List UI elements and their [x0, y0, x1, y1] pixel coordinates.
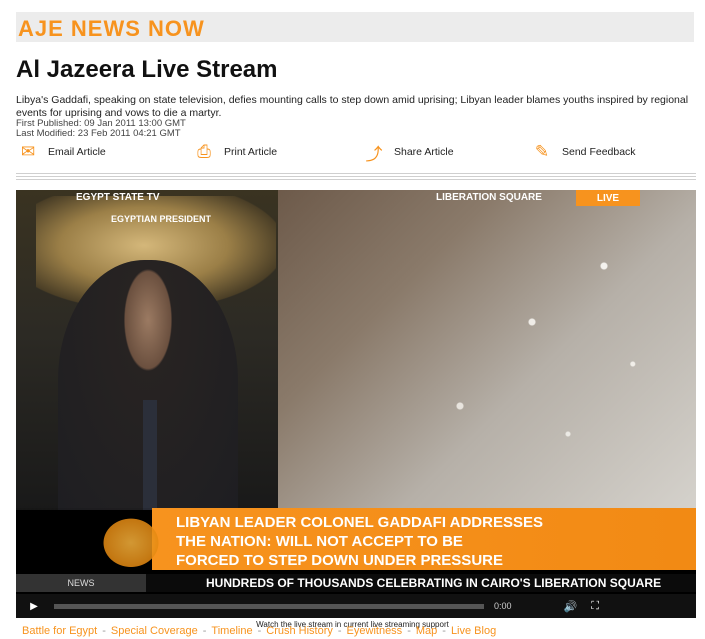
- share-article-label: Share Article: [394, 146, 454, 158]
- printer-icon: ⎙: [197, 142, 211, 161]
- ticker-line-1: LIBYAN LEADER COLONEL GADDAFI ADDRESSES: [176, 514, 543, 531]
- link-separator: -: [202, 625, 207, 637]
- play-icon[interactable]: ▶: [28, 600, 40, 612]
- footer-link[interactable]: Live Blog: [451, 625, 496, 637]
- print-article-label: Print Article: [224, 146, 278, 158]
- footer-link[interactable]: Map: [416, 625, 437, 637]
- footer-links: Battle for Egypt - Special Coverage - Timeli…: [22, 625, 496, 637]
- share-article-button[interactable]: ⤴ Share Article: [362, 138, 454, 166]
- video-left-panel: [16, 190, 278, 510]
- feedback-icon: ✎: [534, 142, 550, 161]
- link-separator: -: [442, 625, 446, 637]
- live-badge: LIVE: [576, 190, 640, 206]
- footer-link[interactable]: Eyewitness: [347, 625, 403, 637]
- share-icon: ⤴: [365, 144, 383, 164]
- fullscreen-icon[interactable]: ⛶: [591, 600, 599, 613]
- speaker-tie: [143, 400, 157, 510]
- ticker-line-2: THE NATION: WILL NOT ACCEPT TO BE: [176, 533, 463, 550]
- footer-link[interactable]: Crush History: [266, 625, 333, 637]
- left-feed-label: EGYPT STATE TV: [76, 192, 160, 203]
- email-article-button[interactable]: ✉ Email Article: [16, 138, 106, 166]
- link-separator: -: [257, 625, 262, 637]
- section-divider: [16, 173, 696, 182]
- live-video-player[interactable]: EGYPT STATE TV EGYPTIAN PRESIDENT LIBERA…: [16, 190, 696, 618]
- footer-link[interactable]: Timeline: [211, 625, 252, 637]
- send-feedback-button[interactable]: ✎ Send Feedback: [530, 138, 636, 166]
- crawl-tag: NEWS: [16, 574, 146, 592]
- left-feed-sublabel: EGYPTIAN PRESIDENT: [111, 214, 212, 224]
- envelope-icon: ✉: [20, 142, 36, 161]
- crawl-text: HUNDREDS OF THOUSANDS CELEBRATING IN CAI…: [206, 576, 662, 590]
- progress-bar[interactable]: [54, 603, 484, 609]
- channel-logo-icon: [96, 512, 166, 568]
- article-summary: Libya's Gaddafi, speaking on state telev…: [16, 94, 689, 119]
- player-controls: ▶ 0:00 🔊 ⛶: [16, 594, 696, 618]
- email-article-label: Email Article: [48, 146, 106, 158]
- footer-link[interactable]: Special Coverage: [111, 625, 198, 637]
- footer-link[interactable]: Battle for Egypt: [22, 625, 97, 637]
- link-separator: -: [407, 625, 411, 637]
- link-separator: -: [102, 625, 106, 637]
- site-logo[interactable]: AJE NEWS NOW: [18, 16, 205, 42]
- time-display: 0:00: [494, 601, 512, 611]
- print-article-button[interactable]: ⎙ Print Article: [192, 138, 277, 166]
- right-feed-label: LIBERATION SQUARE: [436, 192, 542, 203]
- news-crawl: NEWS HUNDREDS OF THOUSANDS CELEBRATING I…: [16, 574, 696, 592]
- article-title: Al Jazeera Live Stream: [16, 56, 278, 83]
- volume-icon[interactable]: 🔊: [564, 600, 578, 613]
- ticker-line-3: FORCED TO STEP DOWN UNDER PRESSURE: [176, 552, 503, 569]
- send-feedback-label: Send Feedback: [562, 146, 636, 158]
- link-separator: -: [337, 625, 342, 637]
- article-actions: ✉ Email Article ⎙ Print Article ⤴ Share …: [16, 138, 696, 166]
- crowd-lights-image: [316, 210, 676, 490]
